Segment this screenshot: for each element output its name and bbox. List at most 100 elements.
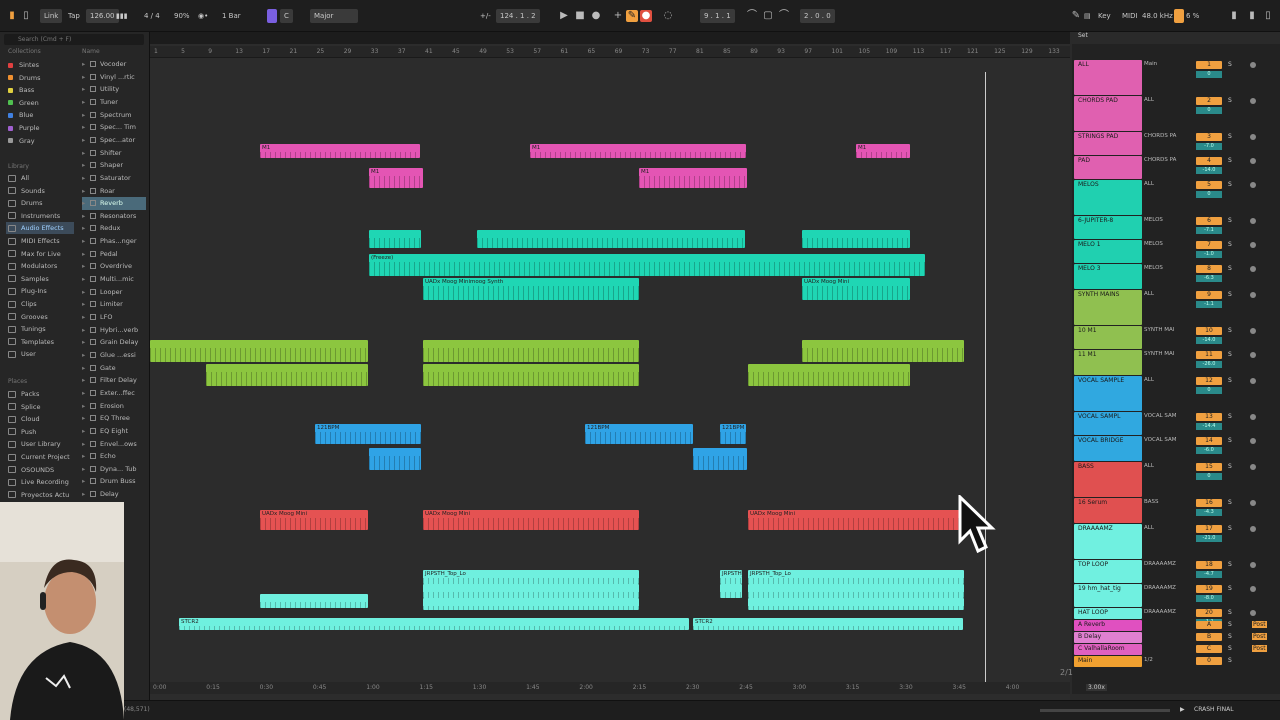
arrangement-clip[interactable]: UADx Moog Mini (423, 510, 639, 530)
arm-button[interactable] (1250, 158, 1256, 164)
track-volume[interactable]: -6.3 (1196, 275, 1222, 282)
arrangement-clip[interactable]: UADx Moog Mini (748, 510, 964, 530)
places-item[interactable]: Splice (8, 401, 40, 413)
library-item[interactable]: Instruments (8, 210, 60, 222)
solo-button[interactable]: S (1228, 351, 1232, 358)
arrangement-clip[interactable] (369, 448, 421, 470)
solo-button[interactable]: S (1228, 291, 1232, 298)
track-number[interactable]: 5 (1196, 181, 1222, 189)
solo-button[interactable]: S (1228, 585, 1232, 592)
arm-button[interactable] (1250, 438, 1256, 444)
track-number[interactable]: C (1196, 645, 1222, 653)
browser-list-item[interactable]: ▸ Tuner (82, 96, 146, 109)
track-header[interactable]: Main (1074, 656, 1142, 667)
arm-button[interactable] (1250, 562, 1256, 568)
arrangement-clip[interactable]: STCR2 (693, 618, 963, 630)
browser-list-item[interactable]: ▸ Vocoder (82, 58, 146, 71)
arrangement-clip[interactable]: 121BPM (720, 424, 746, 444)
track-number[interactable]: A (1196, 621, 1222, 629)
track-number[interactable]: 3 (1196, 133, 1222, 141)
track-number[interactable]: 9 (1196, 291, 1222, 299)
collection-item[interactable]: Drums (8, 72, 41, 84)
track-number[interactable]: 0 (1196, 657, 1222, 665)
browser-list-item[interactable]: ▸ EQ Eight (82, 425, 146, 438)
browser-list-item[interactable]: ▸ Resonators (82, 210, 146, 223)
add-icon[interactable]: + (612, 10, 624, 22)
track-volume[interactable]: -7.1 (1196, 227, 1222, 234)
track-output-routing[interactable]: DRAAAAMZ (1144, 561, 1176, 567)
arm-button[interactable] (1250, 586, 1256, 592)
arrangement-clip[interactable] (477, 230, 745, 248)
track-header[interactable]: MELO 1 (1074, 240, 1142, 263)
arm-button[interactable] (1250, 352, 1256, 358)
arrangement-clip[interactable] (206, 364, 368, 386)
track-volume[interactable]: -1.1 (1196, 301, 1222, 308)
solo-button[interactable]: S (1228, 609, 1232, 616)
browser-list-item[interactable]: ▸ Shaper (82, 159, 146, 172)
track-output-routing[interactable]: CHORDS PA (1144, 157, 1176, 163)
track-output-routing[interactable]: Main (1144, 61, 1157, 67)
library-item[interactable]: Audio Effects (6, 222, 74, 235)
session-record-icon[interactable]: ● (640, 10, 652, 22)
arm-button[interactable] (1250, 134, 1256, 140)
track-header[interactable]: 11 M1 (1074, 350, 1142, 375)
post-button[interactable]: Post (1252, 645, 1267, 652)
arm-button[interactable] (1250, 182, 1256, 188)
browser-list-item[interactable]: ▸ Spectrum (82, 109, 146, 122)
browser-list-item[interactable]: ▸ Saturator (82, 172, 146, 185)
zoom-percent[interactable]: 90% (174, 9, 190, 23)
library-item[interactable]: User (8, 348, 36, 360)
browser-list-item[interactable]: ▸ Delay (82, 488, 146, 501)
track-number[interactable]: 6 (1196, 217, 1222, 225)
scale-select[interactable]: Major (310, 9, 358, 23)
track-volume[interactable]: 0 (1196, 107, 1222, 114)
collection-item[interactable]: Gray (8, 135, 35, 147)
track-header[interactable]: C ValhallaRoom (1074, 644, 1142, 655)
browser-list-item[interactable]: ▸ Utility (82, 83, 146, 96)
arrangement-clip[interactable] (802, 230, 910, 248)
track-number[interactable]: 19 (1196, 585, 1222, 593)
track-output-routing[interactable]: SYNTH MAI (1144, 327, 1174, 333)
library-item[interactable]: Sounds (8, 185, 45, 197)
browser-list-item[interactable]: ▸ Dyna... Tub (82, 463, 146, 476)
arrangement-clip[interactable] (369, 230, 421, 248)
track-header[interactable]: MELOS (1074, 180, 1142, 215)
time-signature[interactable]: 4 / 4 (144, 9, 160, 23)
play-icon[interactable]: ▶ (558, 10, 570, 22)
browser-list-item[interactable]: ▸ Drum Buss (82, 475, 146, 488)
browser-list-item[interactable]: ▸ Limiter (82, 298, 146, 311)
browser-list-item[interactable]: ▸ Spec...ator (82, 134, 146, 147)
arrangement-overview[interactable] (150, 32, 1070, 44)
record-icon[interactable]: ● (590, 10, 602, 22)
solo-button[interactable]: S (1228, 561, 1232, 568)
track-output-routing[interactable]: MELOS (1144, 265, 1163, 271)
solo-button[interactable]: S (1228, 157, 1232, 164)
track-volume[interactable]: -14.0 (1196, 337, 1222, 344)
arrangement-clip[interactable] (693, 448, 747, 470)
solo-button[interactable]: S (1228, 217, 1232, 224)
solo-button[interactable]: S (1228, 61, 1232, 68)
track-volume[interactable]: 0 (1196, 191, 1222, 198)
arrangement-clip[interactable]: M1 (530, 144, 746, 158)
arrangement-clip[interactable]: M1 (856, 144, 910, 158)
track-header[interactable]: 6-JUPITER-8 (1074, 216, 1142, 239)
library-item[interactable]: All (8, 172, 29, 184)
browser-list-item[interactable]: ▸ Gate (82, 362, 146, 375)
track-output-routing[interactable]: DRAAAAMZ (1144, 585, 1176, 591)
track-number[interactable]: 12 (1196, 377, 1222, 385)
track-header[interactable]: VOCAL BRIDGE (1074, 436, 1142, 461)
track-output-routing[interactable]: BASS (1144, 499, 1159, 505)
track-output-routing[interactable]: ALL (1144, 525, 1154, 531)
places-item[interactable]: Packs (8, 388, 39, 400)
loop-length[interactable]: 2 . 0 . 0 (800, 9, 835, 23)
time-ruler[interactable]: 0:00 0:15 0:30 0:45 1:00 1:15 1:30 1:45 2:00 2:15… (150, 682, 1070, 694)
post-button[interactable]: Post (1252, 621, 1267, 628)
library-item[interactable]: Drums (8, 197, 43, 209)
track-volume[interactable]: -7.0 (1196, 143, 1222, 150)
library-item[interactable]: Modulators (8, 260, 57, 272)
arrangement-view[interactable]: 1 5 9 13 17 21 25 29 33 37 41 45 49 53 57 61 65 69 73 77 81 8… (150, 32, 1070, 700)
library-item[interactable]: Grooves (8, 311, 48, 323)
browser-list-item[interactable]: ▸ Exter...ffec (82, 387, 146, 400)
track-header[interactable]: VOCAL SAMPLE (1074, 376, 1142, 411)
nudge-icon[interactable]: ▮▮▮ (116, 9, 128, 23)
